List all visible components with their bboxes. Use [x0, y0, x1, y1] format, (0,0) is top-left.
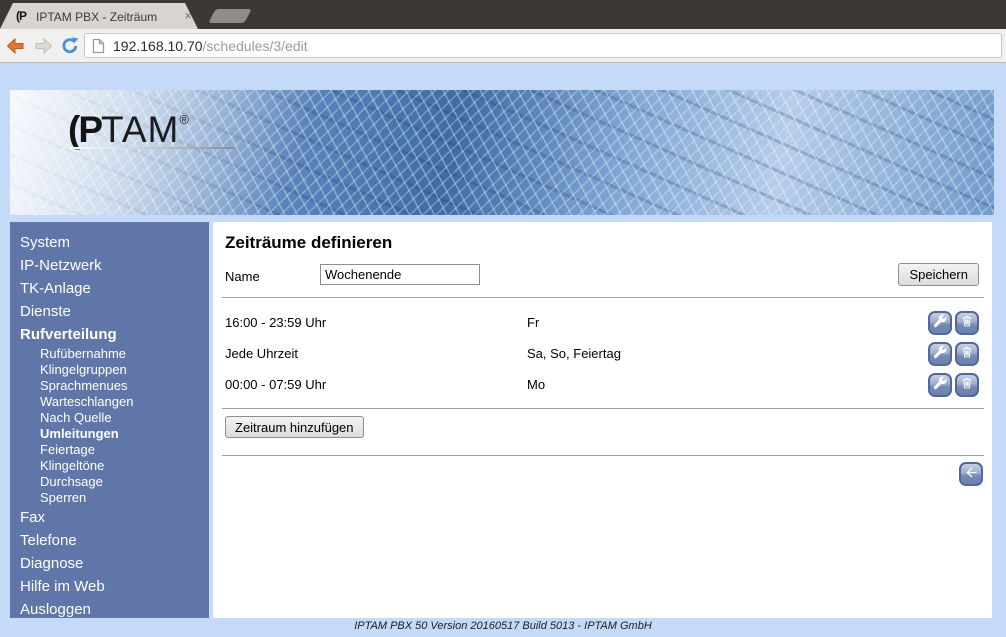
trash-icon: [960, 314, 974, 331]
page-document-icon: [92, 38, 105, 54]
tab-favicon-icon: (P: [16, 9, 26, 23]
schedule-row: 16:00 - 23:59 Uhr Fr: [213, 307, 992, 338]
sidebar-item-ausloggen[interactable]: Ausloggen: [10, 598, 209, 621]
address-bar[interactable]: 192.168.10.70/schedules/3/edit: [84, 33, 1002, 58]
schedule-row: 00:00 - 07:59 Uhr Mo: [213, 369, 992, 400]
sidebar-item-diagnose[interactable]: Diagnose: [10, 552, 209, 575]
arrow-left-icon: [964, 465, 979, 483]
edit-row-button[interactable]: [928, 311, 952, 335]
sidebar-item-ip-netzwerk[interactable]: IP-Netzwerk: [10, 254, 209, 277]
divider: [222, 408, 984, 409]
sidebar-item-sperren[interactable]: Sperren: [10, 490, 209, 506]
divider: [222, 455, 984, 456]
name-label: Name: [225, 269, 260, 284]
sidebar-item-sprachmenues[interactable]: Sprachmenues: [10, 378, 209, 394]
iptam-banner: (PTAM®: [10, 90, 994, 215]
page-title: Zeiträume definieren: [225, 233, 392, 253]
divider: [222, 297, 984, 298]
sidebar-item-fax[interactable]: Fax: [10, 506, 209, 529]
sidebar-item-hilfe-im-web[interactable]: Hilfe im Web: [10, 575, 209, 598]
sidebar-item-klingeltoene[interactable]: Klingeltöne: [10, 458, 209, 474]
sidebar-item-feiertage[interactable]: Feiertage: [10, 442, 209, 458]
webpage: (PTAM® System IP-Netzwerk TK-Anlage Dien…: [0, 63, 1006, 637]
wrench-icon: [933, 314, 947, 331]
sidebar-item-rufverteilung[interactable]: Rufverteilung: [10, 323, 209, 346]
url-host: 192.168.10.70: [113, 38, 203, 54]
browser-back-icon[interactable]: [5, 36, 27, 56]
sidebar-item-dienste[interactable]: Dienste: [10, 300, 209, 323]
main-content: Zeiträume definieren Name Speichern 16:0…: [213, 222, 992, 618]
sidebar-item-warteschlangen[interactable]: Warteschlangen: [10, 394, 209, 410]
iptam-logo: (PTAM®: [68, 100, 189, 150]
footer-version-text: IPTAM PBX 50 Version 20160517 Build 5013…: [0, 620, 1006, 632]
logo-registered-mark: ®: [179, 112, 189, 127]
edit-row-button[interactable]: [928, 342, 952, 366]
sidebar-item-tk-anlage[interactable]: TK-Anlage: [10, 277, 209, 300]
row-days: Sa, So, Feiertag: [527, 346, 928, 361]
delete-row-button[interactable]: [955, 373, 979, 397]
url-path: /schedules/3/edit: [203, 38, 308, 54]
row-time: 16:00 - 23:59 Uhr: [225, 315, 527, 330]
sidebar-item-umleitungen[interactable]: Umleitungen: [10, 426, 209, 442]
logo-ip-mark: (P: [68, 109, 101, 150]
browser-reload-icon[interactable]: [59, 36, 81, 56]
sidebar-item-rufuebernahme[interactable]: Rufübernahme: [10, 346, 209, 362]
screen: { "browser": { "tab_title": "IPTAM PBX -…: [0, 0, 1006, 637]
back-button[interactable]: [959, 462, 983, 486]
browser-forward-icon[interactable]: [32, 36, 54, 56]
sidebar-item-system[interactable]: System: [10, 231, 209, 254]
edit-row-button[interactable]: [928, 373, 952, 397]
sidebar-item-klingelgruppen[interactable]: Klingelgruppen: [10, 362, 209, 378]
sidebar-nav: System IP-Netzwerk TK-Anlage Dienste Ruf…: [10, 222, 209, 618]
trash-icon: [960, 345, 974, 362]
row-actions: [928, 342, 979, 366]
trash-icon: [960, 376, 974, 393]
row-actions: [928, 373, 979, 397]
row-time: Jede Uhrzeit: [225, 346, 527, 361]
name-input[interactable]: [320, 264, 480, 285]
wrench-icon: [933, 376, 947, 393]
logo-tam-text: TAM: [101, 109, 179, 150]
sidebar-item-telefone[interactable]: Telefone: [10, 529, 209, 552]
delete-row-button[interactable]: [955, 342, 979, 366]
schedule-row: Jede Uhrzeit Sa, So, Feiertag: [213, 338, 992, 369]
row-actions: [928, 311, 979, 335]
new-tab-button[interactable]: [208, 9, 251, 23]
tab-close-icon[interactable]: ×: [184, 8, 192, 23]
tab-title: IPTAM PBX - Zeiträum: [36, 10, 174, 24]
browser-tab[interactable]: (P IPTAM PBX - Zeiträum ×: [0, 3, 198, 29]
row-time: 00:00 - 07:59 Uhr: [225, 377, 527, 392]
row-days: Fr: [527, 315, 928, 330]
delete-row-button[interactable]: [955, 311, 979, 335]
save-button[interactable]: Speichern: [898, 263, 979, 286]
row-days: Mo: [527, 377, 928, 392]
wrench-icon: [933, 345, 947, 362]
sidebar-item-nach-quelle[interactable]: Nach Quelle: [10, 410, 209, 426]
sidebar-item-durchsage[interactable]: Durchsage: [10, 474, 209, 490]
add-timespan-button[interactable]: Zeitraum hinzufügen: [225, 416, 364, 438]
browser-titlebar: (P IPTAM PBX - Zeiträum ×: [0, 0, 1006, 29]
logo-underline: [70, 147, 235, 149]
